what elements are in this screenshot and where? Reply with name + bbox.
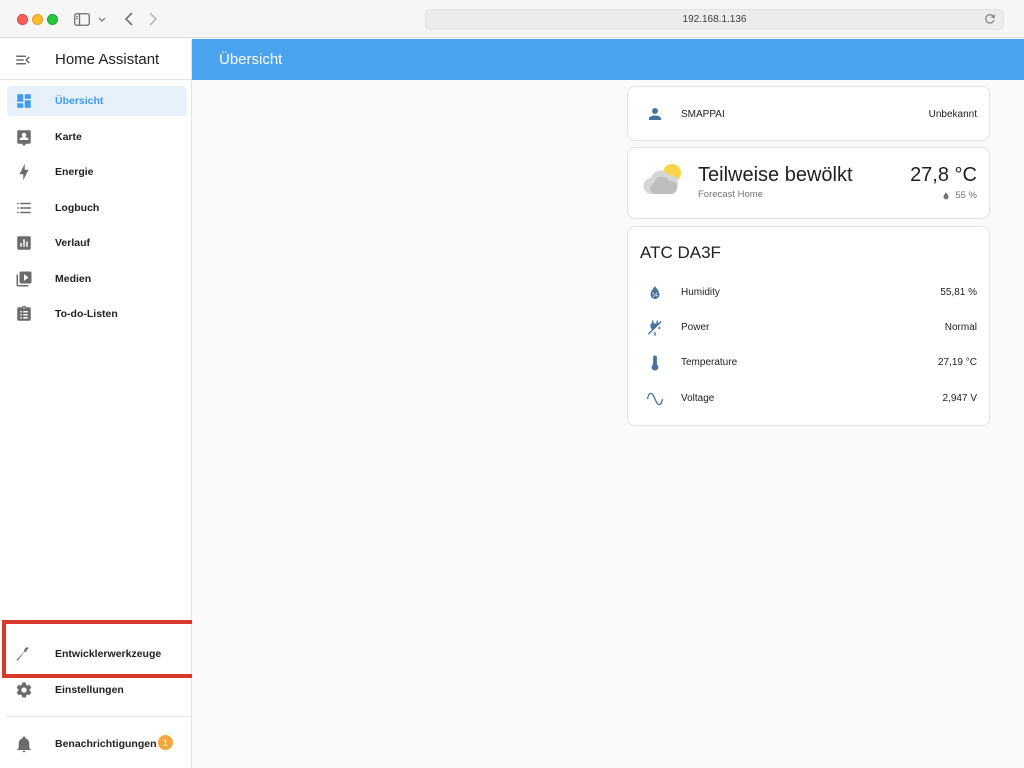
weather-temperature: 27,8 °C (910, 164, 977, 186)
weather-condition: Teilweise bewölkt (698, 164, 853, 186)
entity-name[interactable]: Voltage (681, 393, 714, 404)
sidebar-item-einstellungen[interactable]: Einstellungen (7, 675, 187, 705)
entity-name[interactable]: Temperature (681, 357, 737, 368)
person-state: Unbekannt (928, 109, 977, 120)
app-toolbar: Übersicht (192, 39, 1024, 80)
sidebar-item-notifications[interactable]: Benachrichtigungen 1 (7, 729, 187, 759)
sidebar: Home Assistant Übersicht Karte Energie L… (0, 39, 192, 768)
notification-count-badge: 1 (158, 735, 173, 750)
cog-icon (15, 681, 33, 699)
play-box-icon (15, 270, 33, 288)
sidebar-item-label: Einstellungen (55, 684, 124, 696)
sidebar-item-logbuch[interactable]: Logbuch (7, 193, 187, 223)
water-percent-icon (941, 191, 951, 201)
weather-source: Forecast Home (698, 189, 763, 200)
sidebar-item-verlauf[interactable]: Verlauf (7, 228, 187, 258)
entity-name[interactable]: Power (681, 322, 709, 333)
sidebar-item-label: Verlauf (55, 237, 91, 249)
hammer-icon (15, 645, 33, 663)
entity-state[interactable]: 27,19 °C (938, 357, 977, 368)
bell-icon (15, 735, 33, 753)
sidebar-toggle-icon[interactable] (73, 10, 91, 28)
entity-state[interactable]: 2,947 V (943, 393, 977, 404)
thermometer-icon (646, 354, 664, 372)
sidebar-divider (6, 716, 191, 717)
sidebar-item-label: Übersicht (55, 95, 104, 107)
sidebar-item-karte[interactable]: Karte (7, 122, 187, 152)
sidebar-item-energie[interactable]: Energie (7, 157, 187, 187)
entity-name[interactable]: Humidity (681, 287, 720, 298)
water-percent-icon (646, 284, 664, 302)
dashboard-view: SMAPPAI Unbekannt Teilweise bewölkt Fore… (192, 80, 1024, 768)
lightning-icon (15, 163, 33, 181)
person-name: SMAPPAI (681, 109, 725, 120)
sine-wave-icon (646, 390, 664, 408)
sidebar-item-label: Logbuch (55, 202, 100, 214)
back-button[interactable] (121, 10, 135, 28)
sidebar-title: Home Assistant (55, 51, 160, 68)
dashboard-icon (15, 92, 33, 110)
sidebar-item-todo[interactable]: To-do-Listen (7, 299, 187, 329)
sidebar-item-label: Karte (55, 131, 82, 143)
close-window-button[interactable] (17, 14, 28, 25)
partly-cloudy-icon (642, 161, 686, 197)
weather-card[interactable]: Teilweise bewölkt Forecast Home 27,8 °C … (627, 147, 990, 219)
minimize-window-button[interactable] (32, 14, 43, 25)
clipboard-list-icon (15, 305, 33, 323)
power-plug-off-icon (646, 319, 664, 337)
sidebar-item-medien[interactable]: Medien (7, 264, 187, 294)
sensor-entities-card: ATC DA3F Humidity 55,81 % Power Normal T… (627, 226, 990, 426)
zoom-window-button[interactable] (47, 14, 58, 25)
page-title: Übersicht (219, 51, 283, 68)
menu-open-icon[interactable] (14, 51, 32, 69)
entity-state[interactable]: 55,81 % (940, 287, 977, 298)
chart-box-icon (15, 234, 33, 252)
sidebar-item-label: Medien (55, 273, 92, 285)
account-icon (646, 105, 664, 123)
weather-humidity: 55 % (941, 190, 977, 201)
sidebar-item-label: Benachrichtigungen (55, 738, 157, 750)
address-bar[interactable]: 192.168.1.136 (425, 9, 1004, 30)
sidebar-item-uebersicht[interactable]: Übersicht (7, 86, 187, 116)
forward-button[interactable] (146, 10, 160, 28)
url-text: 192.168.1.136 (682, 14, 747, 25)
map-account-icon (15, 128, 33, 146)
list-icon (15, 199, 33, 217)
card-title: ATC DA3F (640, 243, 721, 262)
entity-state[interactable]: Normal (945, 322, 977, 333)
person-card[interactable]: SMAPPAI Unbekannt (627, 86, 990, 141)
sidebar-item-label: To-do-Listen (55, 308, 118, 320)
weather-humidity-value: 55 % (955, 190, 977, 201)
sidebar-header: Home Assistant (0, 39, 191, 80)
reload-icon[interactable] (984, 13, 997, 26)
sidebar-item-label: Energie (55, 166, 94, 178)
sidebar-item-label: Entwicklerwerkzeuge (55, 648, 162, 660)
browser-toolbar: 192.168.1.136 (0, 0, 1024, 38)
sidebar-item-entwicklerwerkzeuge[interactable]: Entwicklerwerkzeuge (7, 639, 187, 669)
chevron-down-icon[interactable] (97, 10, 107, 28)
